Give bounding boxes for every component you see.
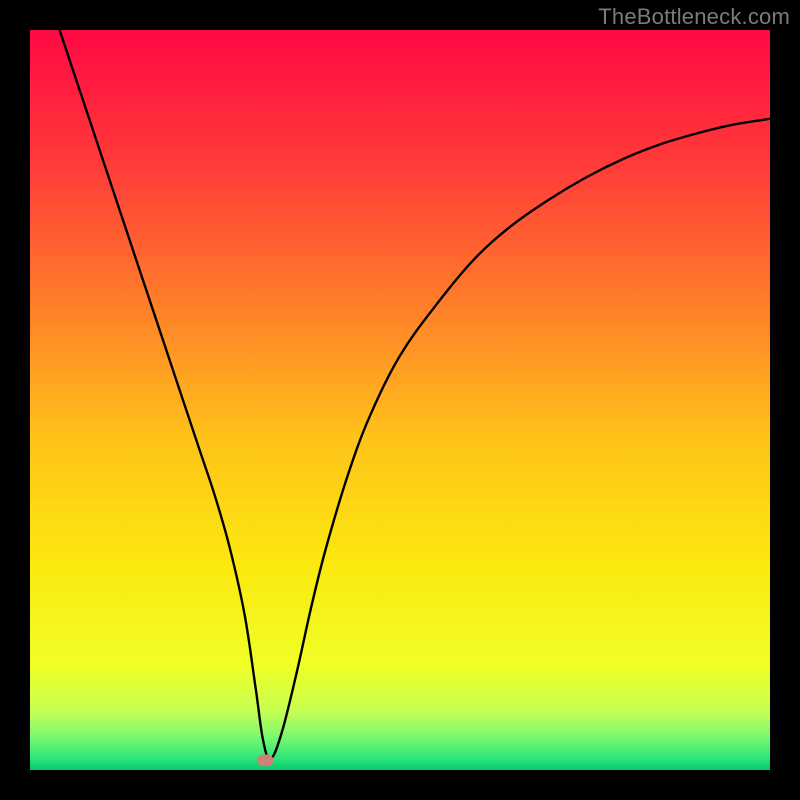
chart-plot bbox=[30, 30, 770, 770]
watermark-text: TheBottleneck.com bbox=[598, 4, 790, 30]
plot-background bbox=[30, 30, 770, 770]
minimum-marker bbox=[257, 754, 274, 766]
chart-stage: TheBottleneck.com bbox=[0, 0, 800, 800]
